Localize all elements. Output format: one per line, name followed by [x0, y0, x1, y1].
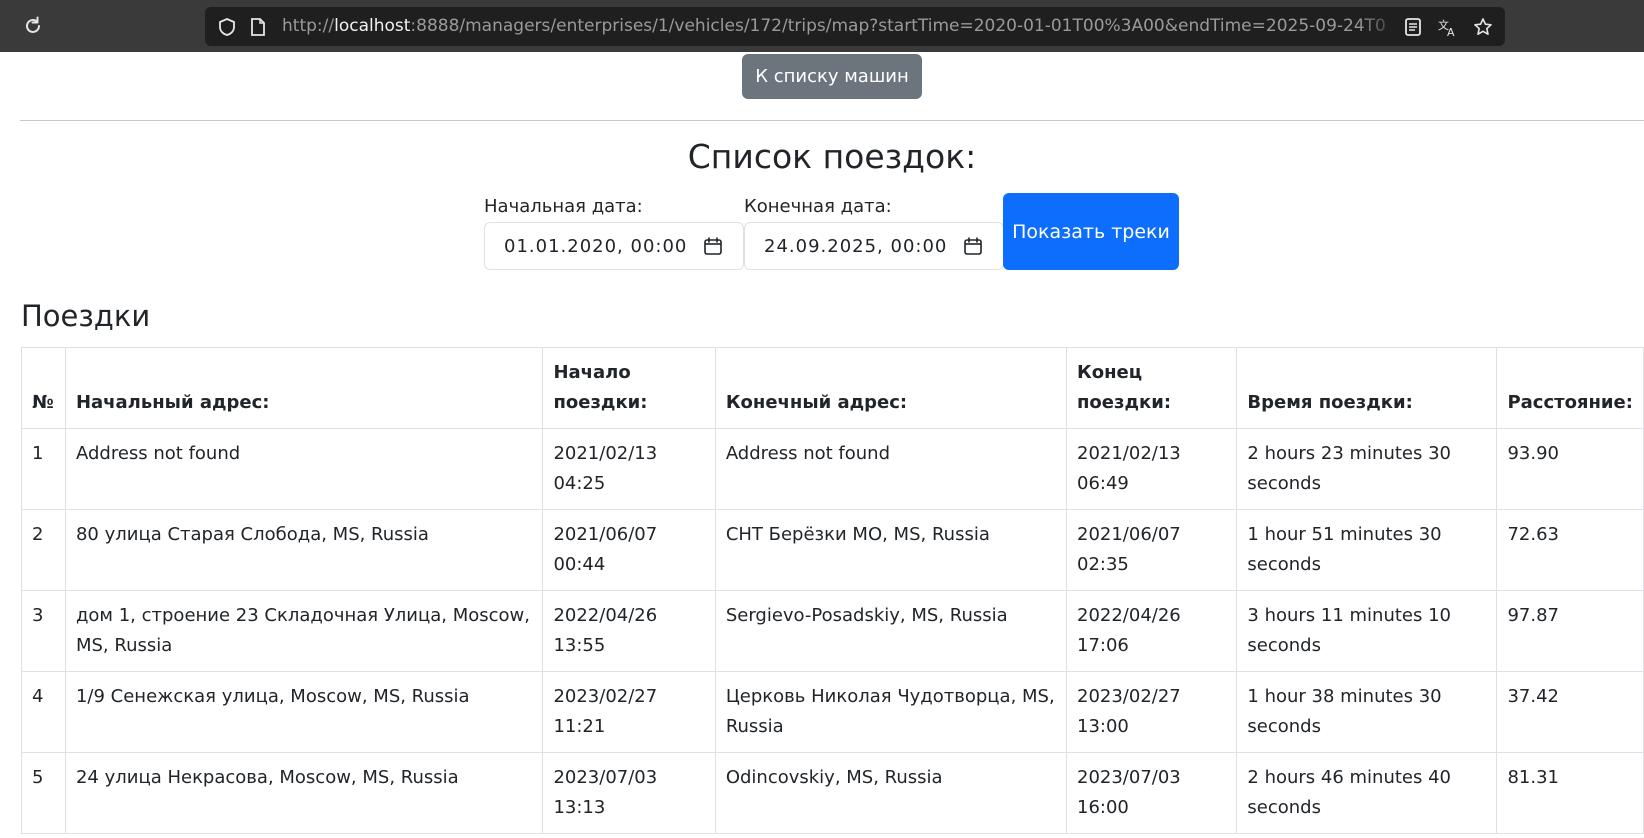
show-tracks-button[interactable]: Показать треки [1003, 193, 1179, 270]
trip-duration: 3 hours 11 minutes 10 seconds [1236, 590, 1498, 672]
calendar-icon[interactable] [963, 236, 983, 256]
trip-start-time: 2021/02/13 04:25 [542, 428, 716, 510]
table-row: 4 1/9 Сенежская улица, Moscow, MS, Russi… [21, 671, 1644, 753]
trip-end-address: Odincovskiy, MS, Russia [714, 752, 1068, 834]
table-row: 3 дом 1, строение 23 Складочная Улица, M… [21, 590, 1644, 672]
trip-duration: 2 hours 46 minutes 40 seconds [1236, 752, 1498, 834]
trip-distance: 81.31 [1496, 752, 1644, 834]
star-icon[interactable] [1473, 17, 1493, 37]
col-header-start-address: Начальный адрес: [64, 347, 544, 429]
trip-start-time: 2022/04/26 13:55 [542, 590, 716, 672]
col-header-number: № [21, 347, 66, 429]
trip-end-time: 2023/02/27 13:00 [1065, 671, 1238, 753]
trip-number: 1 [21, 428, 66, 510]
trip-number: 2 [21, 509, 66, 591]
end-date-input[interactable]: 24.09.2025, 00:00 [744, 222, 1004, 270]
table-row: 1 Address not found 2021/02/13 04:25 Add… [21, 428, 1644, 510]
trip-end-address: Address not found [714, 428, 1068, 510]
trip-number: 5 [21, 752, 66, 834]
trip-distance: 72.63 [1496, 509, 1644, 591]
col-header-end-address: Конечный адрес: [714, 347, 1068, 429]
end-date-value: 24.09.2025, 00:00 [764, 235, 948, 257]
start-date-input[interactable]: 01.01.2020, 00:00 [484, 222, 744, 270]
page-icon [248, 17, 268, 37]
divider [20, 120, 1644, 121]
trip-duration: 1 hour 51 minutes 30 seconds [1236, 509, 1498, 591]
address-bar[interactable]: http://localhost:8888/managers/enterpris… [205, 7, 1505, 46]
start-date-value: 01.01.2020, 00:00 [504, 235, 688, 257]
col-header-start-time: Начало поездки: [542, 347, 716, 429]
trips-table: № Начальный адрес: Начало поездки: Конеч… [21, 347, 1644, 834]
trip-end-time: 2021/02/13 06:49 [1065, 428, 1238, 510]
trip-start-address: Address not found [64, 428, 544, 510]
trip-duration: 2 hours 23 minutes 30 seconds [1236, 428, 1498, 510]
shield-icon[interactable] [217, 17, 237, 37]
trip-end-time: 2022/04/26 17:06 [1065, 590, 1238, 672]
trip-start-time: 2021/06/07 00:44 [542, 509, 716, 591]
browser-toolbar: http://localhost:8888/managers/enterpris… [0, 0, 1644, 52]
trips-heading: Поездки [21, 299, 151, 333]
table-header-row: № Начальный адрес: Начало поездки: Конеч… [21, 347, 1644, 429]
trip-distance: 93.90 [1496, 428, 1644, 510]
trip-end-address: СНТ Берёзки МО, MS, Russia [714, 509, 1068, 591]
svg-text:A: A [1447, 26, 1455, 37]
trip-distance: 97.87 [1496, 590, 1644, 672]
trip-start-address: 1/9 Сенежская улица, Moscow, MS, Russia [64, 671, 544, 753]
url-prefix: http:// [282, 16, 335, 36]
col-header-duration: Время поездки: [1236, 347, 1498, 429]
trip-end-time: 2021/06/07 02:35 [1065, 509, 1238, 591]
trip-distance: 37.42 [1496, 671, 1644, 753]
end-date-label: Конечная дата: [744, 196, 892, 217]
start-date-label: Начальная дата: [484, 196, 643, 217]
trip-number: 3 [21, 590, 66, 672]
url-text[interactable]: http://localhost:8888/managers/enterpris… [282, 7, 1402, 46]
trip-start-address: 80 улица Старая Слобода, MS, Russia [64, 509, 544, 591]
trip-end-time: 2023/07/03 16:00 [1065, 752, 1238, 834]
start-date-group: Начальная дата: 01.01.2020, 00:00 [484, 194, 744, 270]
trip-start-time: 2023/02/27 11:21 [542, 671, 716, 753]
reload-icon[interactable] [22, 15, 44, 37]
url-rest: :8888/managers/enterprises/1/vehicles/17… [410, 16, 1386, 36]
calendar-icon[interactable] [703, 236, 723, 256]
trip-duration: 1 hour 38 minutes 30 seconds [1236, 671, 1498, 753]
reader-icon[interactable] [1403, 17, 1423, 37]
end-date-group: Конечная дата: 24.09.2025, 00:00 [744, 194, 1004, 270]
back-to-vehicles-button[interactable]: К списку машин [742, 54, 922, 99]
trip-start-address: 24 улица Некрасова, Moscow, MS, Russia [64, 752, 544, 834]
col-header-distance: Расстояние: [1496, 347, 1644, 429]
trip-start-time: 2023/07/03 13:13 [542, 752, 716, 834]
translate-icon[interactable]: 文A [1437, 17, 1459, 37]
col-header-end-time: Конец поездки: [1065, 347, 1238, 429]
trip-end-address: Церковь Николая Чудотворца, MS, Russia [714, 671, 1068, 753]
table-row: 2 80 улица Старая Слобода, MS, Russia 20… [21, 509, 1644, 591]
trip-number: 4 [21, 671, 66, 753]
trip-start-address: дом 1, строение 23 Складочная Улица, Mos… [64, 590, 544, 672]
table-row: 5 24 улица Некрасова, Moscow, MS, Russia… [21, 752, 1644, 834]
page-title: Список поездок: [687, 137, 977, 176]
trip-end-address: Sergievo-Posadskiy, MS, Russia [714, 590, 1068, 672]
url-host: localhost [334, 16, 411, 36]
